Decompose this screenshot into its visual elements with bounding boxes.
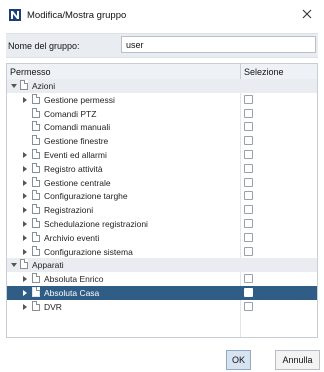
expand-right-icon[interactable] [23,289,27,296]
tree-row-label: Schedulazione registrazioni [44,218,148,229]
selection-checkbox[interactable] [244,122,253,132]
tree-row-label: Gestione permessi [44,94,115,105]
document-icon [32,245,40,256]
group-name-bar: Nome del gruppo: [6,33,318,58]
document-icon [32,93,40,104]
tree-row[interactable]: Archivio eventi [7,231,317,245]
tree-row-label: Comandi PTZ [44,108,97,119]
permissions-table: Permesso Selezione Azioni Gestione permes… [6,63,318,338]
ok-button[interactable]: OK [226,350,251,370]
document-icon [32,176,40,187]
document-icon [32,107,40,118]
tree-row[interactable]: Absoluta Enrico [7,272,317,286]
tree-row[interactable]: Comandi manuali [7,120,317,134]
tree-row[interactable]: Configurazione targhe [7,189,317,203]
tree-row-label: Absoluta Casa [44,287,100,298]
selection-checkbox[interactable] [244,287,253,297]
selection-column-header[interactable]: Selezione [244,67,284,77]
tree-rows: Azioni Gestione permessi Comandi PTZ Comand… [7,79,317,314]
tree-row[interactable]: Configurazione sistema [7,245,317,259]
tree-group-row[interactable]: Apparati [7,258,317,273]
window-title: Modifica/Mostra gruppo [27,10,127,21]
expand-right-icon[interactable] [23,165,27,172]
title-bar: Modifica/Mostra gruppo [0,0,324,30]
document-icon [32,121,40,132]
document-icon [20,80,28,90]
group-name-label: Nome del gruppo: [8,41,80,51]
table-header: Permesso Selezione [7,64,317,80]
tree-row-label: Gestione finestre [44,136,109,147]
expand-right-icon[interactable] [23,96,27,103]
selection-checkbox[interactable] [244,218,253,228]
selection-checkbox[interactable] [244,301,253,311]
expand-right-icon[interactable] [23,303,27,310]
tree-row[interactable]: Absoluta Casa [7,285,317,300]
tree-row-label: Absoluta Enrico [44,274,104,285]
selection-checkbox[interactable] [244,108,253,118]
tree-group-row[interactable]: Azioni [7,79,317,93]
tree-row[interactable]: Registrazioni [7,203,317,217]
selection-checkbox[interactable] [244,149,253,159]
tree-row-label: Archivio eventi [44,232,100,243]
tree-row-label: Comandi manuali [44,122,111,133]
tree-row-label: Configurazione sistema [44,246,133,257]
expand-right-icon[interactable] [23,151,27,158]
expand-right-icon[interactable] [23,276,27,283]
document-icon [32,286,40,297]
group-name-input[interactable] [121,36,316,53]
tree-row[interactable]: Schedulazione registrazioni [7,217,317,231]
document-icon [32,135,40,146]
expand-right-icon[interactable] [23,179,27,186]
selection-checkbox[interactable] [244,136,253,146]
expand-right-icon[interactable] [23,207,27,214]
tree-row[interactable]: DVR [7,300,317,314]
close-icon[interactable] [300,7,314,21]
tree-row-label: Registrazioni [44,205,94,216]
tree-row-label: DVR [44,301,62,312]
expand-right-icon[interactable] [23,248,27,255]
tree-row-label: Azioni [32,81,56,91]
selection-checkbox[interactable] [244,232,253,242]
tree-row[interactable]: Comandi PTZ [7,107,317,121]
document-icon [20,259,28,270]
expand-right-icon[interactable] [23,234,27,241]
expand-down-icon[interactable] [11,263,17,268]
expand-down-icon[interactable] [11,84,17,88]
selection-checkbox[interactable] [244,191,253,201]
document-icon [32,204,40,215]
selection-checkbox[interactable] [244,274,253,284]
tree-row-label: Eventi ed allarmi [44,149,107,160]
selection-checkbox[interactable] [244,246,253,256]
expand-right-icon[interactable] [23,220,27,227]
document-icon [32,162,40,173]
document-icon [32,148,40,159]
tree-row-label: Gestione centrale [44,177,111,188]
app-icon [9,9,21,21]
tree-row[interactable]: Gestione permessi [7,93,317,107]
tree-row[interactable]: Gestione centrale [7,176,317,190]
expand-right-icon[interactable] [23,193,27,200]
selection-checkbox[interactable] [244,177,253,187]
tree-row[interactable]: Registro attività [7,162,317,176]
document-icon [32,190,40,201]
tree-row-label: Registro attività [44,163,103,174]
tree-row-label: Apparati [32,260,64,271]
tree-row[interactable]: Gestione finestre [7,134,317,148]
tree-row-label: Configurazione targhe [44,191,128,202]
tree-row[interactable]: Eventi ed allarmi [7,148,317,162]
selection-checkbox[interactable] [244,205,253,215]
document-icon [32,300,40,311]
document-icon [32,231,40,242]
document-icon [32,217,40,228]
cancel-button[interactable]: Annulla [275,350,320,370]
permission-column-header[interactable]: Permesso [10,67,51,77]
selection-checkbox[interactable] [244,163,253,173]
document-icon [32,273,40,284]
column-divider[interactable] [240,64,241,79]
selection-checkbox[interactable] [244,94,253,104]
